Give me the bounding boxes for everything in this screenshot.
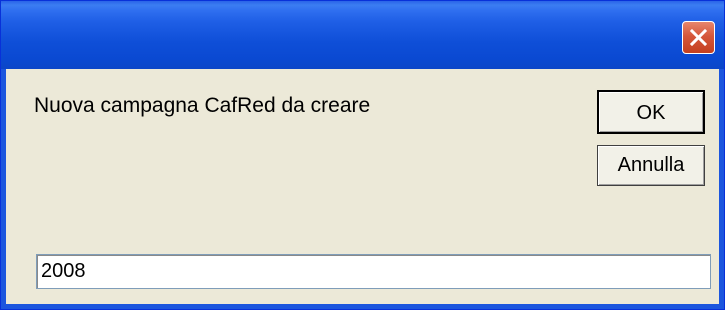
value-input[interactable]: 2008 <box>36 254 711 289</box>
window-frame-bottom <box>1 304 724 309</box>
cancel-button[interactable]: Annulla <box>597 145 705 186</box>
prompt-label: Nuova campagna CafRed da creare <box>34 94 371 117</box>
input-dialog: Nuova campagna CafRed da creare OK Annul… <box>0 0 725 310</box>
close-icon <box>689 28 708 47</box>
title-bar[interactable] <box>1 1 724 69</box>
close-button[interactable] <box>682 21 715 54</box>
window-frame-left <box>1 69 6 309</box>
window-frame-right <box>719 69 724 309</box>
ok-button[interactable]: OK <box>597 90 705 134</box>
